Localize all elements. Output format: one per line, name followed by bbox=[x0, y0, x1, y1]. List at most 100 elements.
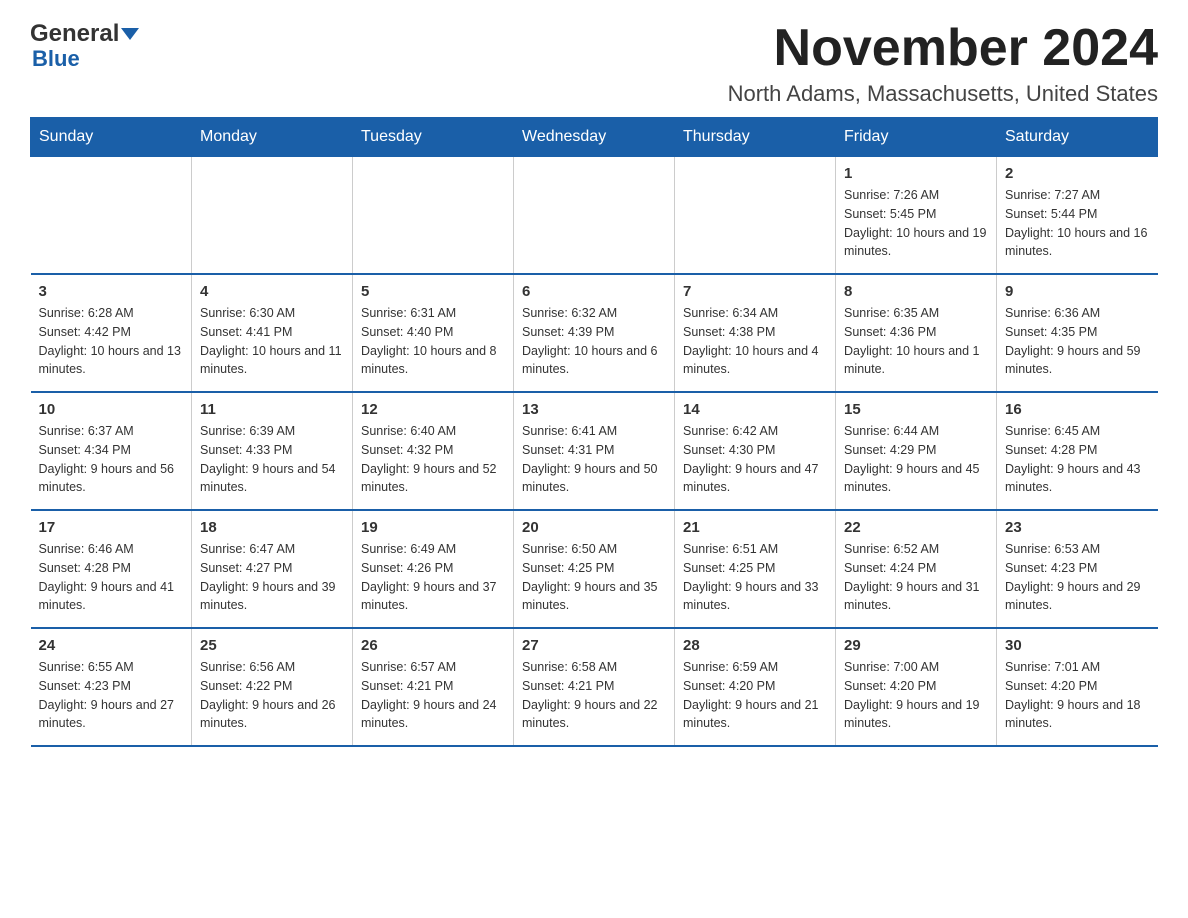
weekday-header-saturday: Saturday bbox=[997, 118, 1158, 157]
day-number: 21 bbox=[683, 519, 827, 536]
calendar-cell: 4 Sunrise: 6:30 AM Sunset: 4:41 PM Daylig… bbox=[192, 274, 353, 392]
day-number: 1 bbox=[844, 165, 988, 182]
calendar-cell bbox=[514, 157, 675, 275]
calendar-cell: 26 Sunrise: 6:57 AM Sunset: 4:21 PM Dayli… bbox=[353, 628, 514, 746]
calendar-cell: 3 Sunrise: 6:28 AM Sunset: 4:42 PM Daylig… bbox=[31, 274, 192, 392]
day-number: 17 bbox=[39, 519, 184, 536]
day-number: 5 bbox=[361, 283, 505, 300]
day-number: 30 bbox=[1005, 637, 1150, 654]
day-info: Sunrise: 6:34 AM Sunset: 4:38 PM Dayligh… bbox=[683, 304, 827, 379]
weekday-header-row: SundayMondayTuesdayWednesdayThursdayFrid… bbox=[31, 118, 1158, 157]
day-number: 2 bbox=[1005, 165, 1150, 182]
calendar-week-row: 17 Sunrise: 6:46 AM Sunset: 4:28 PM Dayli… bbox=[31, 510, 1158, 628]
day-info: Sunrise: 6:50 AM Sunset: 4:25 PM Dayligh… bbox=[522, 540, 666, 615]
calendar-cell bbox=[31, 157, 192, 275]
calendar-cell: 8 Sunrise: 6:35 AM Sunset: 4:36 PM Daylig… bbox=[836, 274, 997, 392]
weekday-header-friday: Friday bbox=[836, 118, 997, 157]
calendar-week-row: 24 Sunrise: 6:55 AM Sunset: 4:23 PM Dayli… bbox=[31, 628, 1158, 746]
calendar-cell: 10 Sunrise: 6:37 AM Sunset: 4:34 PM Dayli… bbox=[31, 392, 192, 510]
calendar-cell: 9 Sunrise: 6:36 AM Sunset: 4:35 PM Daylig… bbox=[997, 274, 1158, 392]
day-number: 10 bbox=[39, 401, 184, 418]
weekday-header-monday: Monday bbox=[192, 118, 353, 157]
day-number: 4 bbox=[200, 283, 344, 300]
day-info: Sunrise: 6:46 AM Sunset: 4:28 PM Dayligh… bbox=[39, 540, 184, 615]
day-number: 23 bbox=[1005, 519, 1150, 536]
calendar-cell: 27Sunrise: 6:58 AM Sunset: 4:21 PM Dayli… bbox=[514, 628, 675, 746]
calendar-header: SundayMondayTuesdayWednesdayThursdayFrid… bbox=[31, 118, 1158, 157]
day-number: 24 bbox=[39, 637, 184, 654]
weekday-header-sunday: Sunday bbox=[31, 118, 192, 157]
day-info: Sunrise: 7:26 AM Sunset: 5:45 PM Dayligh… bbox=[844, 186, 988, 261]
calendar-cell: 24 Sunrise: 6:55 AM Sunset: 4:23 PM Dayli… bbox=[31, 628, 192, 746]
day-number: 12 bbox=[361, 401, 505, 418]
logo-icon bbox=[121, 28, 139, 40]
calendar-cell: 6 Sunrise: 6:32 AM Sunset: 4:39 PM Daylig… bbox=[514, 274, 675, 392]
calendar-cell: 16Sunrise: 6:45 AM Sunset: 4:28 PM Dayli… bbox=[997, 392, 1158, 510]
day-info: Sunrise: 6:37 AM Sunset: 4:34 PM Dayligh… bbox=[39, 422, 184, 497]
day-info: Sunrise: 6:39 AM Sunset: 4:33 PM Dayligh… bbox=[200, 422, 344, 497]
day-number: 7 bbox=[683, 283, 827, 300]
month-title: November 2024 bbox=[728, 20, 1158, 77]
day-number: 27 bbox=[522, 637, 666, 654]
day-info: Sunrise: 6:57 AM Sunset: 4:21 PM Dayligh… bbox=[361, 658, 505, 733]
day-number: 13 bbox=[522, 401, 666, 418]
day-info: Sunrise: 6:36 AM Sunset: 4:35 PM Dayligh… bbox=[1005, 304, 1150, 379]
logo-blue-text: Blue bbox=[32, 46, 80, 72]
calendar-cell bbox=[192, 157, 353, 275]
calendar-cell bbox=[353, 157, 514, 275]
calendar-cell: 22 Sunrise: 6:52 AM Sunset: 4:24 PM Dayli… bbox=[836, 510, 997, 628]
day-info: Sunrise: 6:31 AM Sunset: 4:40 PM Dayligh… bbox=[361, 304, 505, 379]
logo-general-text: General bbox=[30, 20, 119, 48]
day-info: Sunrise: 7:27 AM Sunset: 5:44 PM Dayligh… bbox=[1005, 186, 1150, 261]
day-number: 19 bbox=[361, 519, 505, 536]
calendar-cell: 21Sunrise: 6:51 AM Sunset: 4:25 PM Dayli… bbox=[675, 510, 836, 628]
calendar-cell: 13Sunrise: 6:41 AM Sunset: 4:31 PM Dayli… bbox=[514, 392, 675, 510]
calendar-cell: 18Sunrise: 6:47 AM Sunset: 4:27 PM Dayli… bbox=[192, 510, 353, 628]
day-info: Sunrise: 6:35 AM Sunset: 4:36 PM Dayligh… bbox=[844, 304, 988, 379]
day-number: 28 bbox=[683, 637, 827, 654]
calendar-table: SundayMondayTuesdayWednesdayThursdayFrid… bbox=[30, 117, 1158, 747]
day-number: 8 bbox=[844, 283, 988, 300]
calendar-cell bbox=[675, 157, 836, 275]
calendar-cell: 17 Sunrise: 6:46 AM Sunset: 4:28 PM Dayli… bbox=[31, 510, 192, 628]
weekday-header-tuesday: Tuesday bbox=[353, 118, 514, 157]
calendar-cell: 30 Sunrise: 7:01 AM Sunset: 4:20 PM Dayli… bbox=[997, 628, 1158, 746]
calendar-cell: 5 Sunrise: 6:31 AM Sunset: 4:40 PM Daylig… bbox=[353, 274, 514, 392]
day-info: Sunrise: 6:45 AM Sunset: 4:28 PM Dayligh… bbox=[1005, 422, 1150, 497]
day-number: 11 bbox=[200, 401, 344, 418]
calendar-cell: 29Sunrise: 7:00 AM Sunset: 4:20 PM Dayli… bbox=[836, 628, 997, 746]
calendar-week-row: 1 Sunrise: 7:26 AM Sunset: 5:45 PM Daylig… bbox=[31, 157, 1158, 275]
day-number: 25 bbox=[200, 637, 344, 654]
day-info: Sunrise: 6:55 AM Sunset: 4:23 PM Dayligh… bbox=[39, 658, 184, 733]
calendar-cell: 11 Sunrise: 6:39 AM Sunset: 4:33 PM Dayli… bbox=[192, 392, 353, 510]
day-number: 9 bbox=[1005, 283, 1150, 300]
day-info: Sunrise: 6:32 AM Sunset: 4:39 PM Dayligh… bbox=[522, 304, 666, 379]
calendar-cell: 12Sunrise: 6:40 AM Sunset: 4:32 PM Dayli… bbox=[353, 392, 514, 510]
day-info: Sunrise: 7:01 AM Sunset: 4:20 PM Dayligh… bbox=[1005, 658, 1150, 733]
day-number: 6 bbox=[522, 283, 666, 300]
day-info: Sunrise: 6:44 AM Sunset: 4:29 PM Dayligh… bbox=[844, 422, 988, 497]
day-number: 15 bbox=[844, 401, 988, 418]
calendar-cell: 7 Sunrise: 6:34 AM Sunset: 4:38 PM Daylig… bbox=[675, 274, 836, 392]
calendar-cell: 28Sunrise: 6:59 AM Sunset: 4:20 PM Dayli… bbox=[675, 628, 836, 746]
day-info: Sunrise: 6:53 AM Sunset: 4:23 PM Dayligh… bbox=[1005, 540, 1150, 615]
day-info: Sunrise: 6:52 AM Sunset: 4:24 PM Dayligh… bbox=[844, 540, 988, 615]
calendar-cell: 1 Sunrise: 7:26 AM Sunset: 5:45 PM Daylig… bbox=[836, 157, 997, 275]
day-number: 22 bbox=[844, 519, 988, 536]
logo: General Blue bbox=[30, 20, 139, 72]
calendar-cell: 14Sunrise: 6:42 AM Sunset: 4:30 PM Dayli… bbox=[675, 392, 836, 510]
calendar-body: 1 Sunrise: 7:26 AM Sunset: 5:45 PM Daylig… bbox=[31, 157, 1158, 747]
location-title: North Adams, Massachusetts, United State… bbox=[728, 81, 1158, 107]
day-number: 3 bbox=[39, 283, 184, 300]
day-info: Sunrise: 6:28 AM Sunset: 4:42 PM Dayligh… bbox=[39, 304, 184, 379]
day-info: Sunrise: 6:42 AM Sunset: 4:30 PM Dayligh… bbox=[683, 422, 827, 497]
calendar-cell: 19Sunrise: 6:49 AM Sunset: 4:26 PM Dayli… bbox=[353, 510, 514, 628]
day-number: 20 bbox=[522, 519, 666, 536]
day-info: Sunrise: 7:00 AM Sunset: 4:20 PM Dayligh… bbox=[844, 658, 988, 733]
day-info: Sunrise: 6:30 AM Sunset: 4:41 PM Dayligh… bbox=[200, 304, 344, 379]
day-number: 26 bbox=[361, 637, 505, 654]
calendar-cell: 25Sunrise: 6:56 AM Sunset: 4:22 PM Dayli… bbox=[192, 628, 353, 746]
calendar-cell: 15 Sunrise: 6:44 AM Sunset: 4:29 PM Dayli… bbox=[836, 392, 997, 510]
calendar-week-row: 3 Sunrise: 6:28 AM Sunset: 4:42 PM Daylig… bbox=[31, 274, 1158, 392]
weekday-header-wednesday: Wednesday bbox=[514, 118, 675, 157]
